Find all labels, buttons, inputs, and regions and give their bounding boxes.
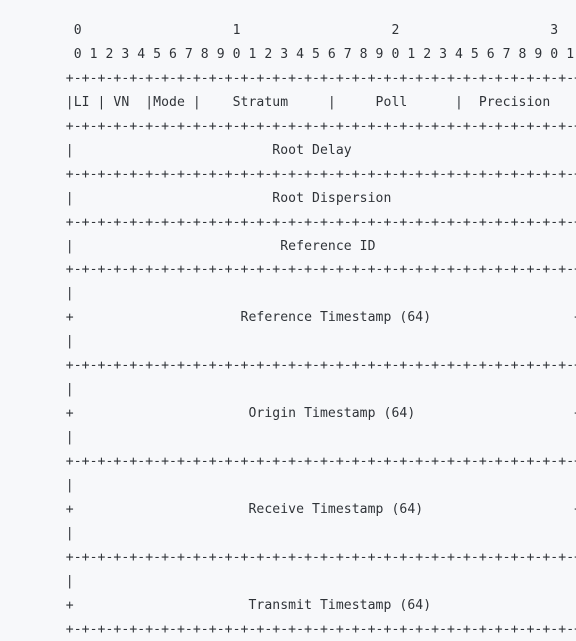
separator-row: +-+-+-+-+-+-+-+-+-+-+-+-+-+-+-+-+-+-+-+-… [34,118,576,134]
field-row-receive-timestamp-lower: | | [34,525,576,541]
field-row-origin-timestamp-label: + Origin Timestamp (64) + [34,406,576,422]
separator-row: +-+-+-+-+-+-+-+-+-+-+-+-+-+-+-+-+-+-+-+-… [34,166,576,182]
word-marker-ruler-row: 0 1 2 3 [34,23,559,39]
field-row-reference-timestamp-lower: | | [34,334,576,350]
field-row-root-dispersion: | Root Dispersion | [34,190,576,206]
field-row-root-delay: | Root Delay | [34,142,576,158]
bit-number-ruler-row: 0 1 2 3 4 5 6 7 8 9 0 1 2 3 4 5 6 7 8 9 … [34,47,575,63]
ntp-packet-header-diagram: 0 1 2 3 0 1 2 3 4 5 6 7 8 9 0 1 2 3 4 5 … [0,13,576,636]
field-row-reference-timestamp-label: + Reference Timestamp (64) + [34,310,576,326]
field-row-reference-id: | Reference ID | [34,238,576,254]
separator-row: +-+-+-+-+-+-+-+-+-+-+-+-+-+-+-+-+-+-+-+-… [34,621,576,637]
separator-row: +-+-+-+-+-+-+-+-+-+-+-+-+-+-+-+-+-+-+-+-… [34,214,576,230]
separator-row: +-+-+-+-+-+-+-+-+-+-+-+-+-+-+-+-+-+-+-+-… [34,262,576,278]
separator-row: +-+-+-+-+-+-+-+-+-+-+-+-+-+-+-+-+-+-+-+-… [34,549,576,565]
field-row-transmit-timestamp-upper: | | [34,573,576,589]
field-row-receive-timestamp-label: + Receive Timestamp (64) + [34,501,576,517]
separator-row: +-+-+-+-+-+-+-+-+-+-+-+-+-+-+-+-+-+-+-+-… [34,358,576,374]
field-row-origin-timestamp-upper: | | [34,382,576,398]
field-row-receive-timestamp-upper: | | [34,477,576,493]
field-row-reference-timestamp-upper: | | [34,286,576,302]
separator-row: +-+-+-+-+-+-+-+-+-+-+-+-+-+-+-+-+-+-+-+-… [34,70,576,86]
field-row-origin-timestamp-lower: | | [34,430,576,446]
field-row-li-vn-mode-stratum-poll-precision: |LI | VN |Mode | Stratum | Poll | Precis… [34,94,576,110]
separator-row: +-+-+-+-+-+-+-+-+-+-+-+-+-+-+-+-+-+-+-+-… [34,453,576,469]
